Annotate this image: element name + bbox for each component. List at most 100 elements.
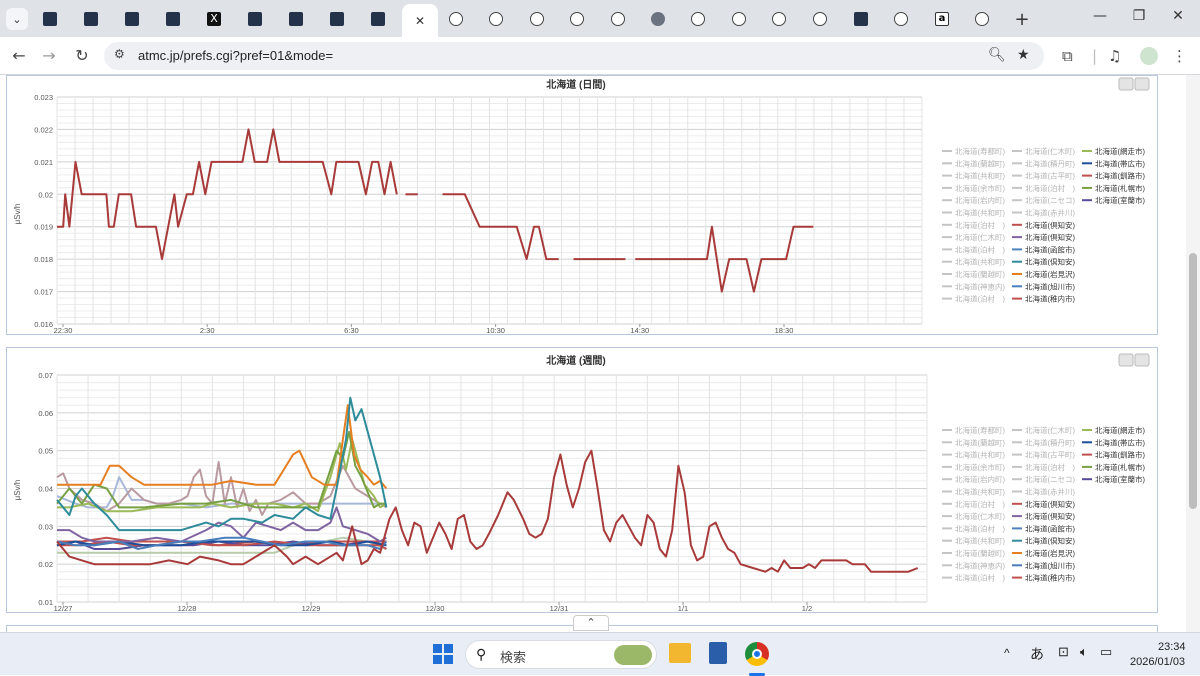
legend-item[interactable]: 北海道(余市町) bbox=[955, 183, 1005, 193]
legend-item[interactable]: 北海道(稚内市) bbox=[1025, 573, 1075, 583]
legend-item[interactable]: 北海道(共和町) bbox=[955, 450, 1005, 460]
bookmark-star-icon[interactable]: ★ bbox=[1017, 47, 1030, 63]
legend-item[interactable]: 北海道(古平町) bbox=[1025, 171, 1075, 181]
avatar[interactable] bbox=[1140, 47, 1158, 65]
legend-item[interactable]: 北海道(函館市) bbox=[1025, 244, 1075, 254]
chevron-up-icon[interactable]: ^ bbox=[1004, 646, 1010, 660]
legend-item[interactable]: 北海道(泊村 ) bbox=[1025, 183, 1075, 193]
legend-item[interactable]: 北海道(旭川市) bbox=[1025, 560, 1075, 570]
browser-tab[interactable] bbox=[640, 6, 676, 32]
ime-mode-indicator[interactable]: あ bbox=[1030, 644, 1044, 664]
scroll-up-button[interactable]: ⌃ bbox=[573, 615, 609, 631]
legend-item[interactable]: 北海道(網走市) bbox=[1095, 425, 1145, 435]
taskbar-search-box[interactable]: ⚲ 検索 bbox=[465, 640, 657, 669]
legend-item[interactable]: 北海道(蘭越町) bbox=[955, 269, 1005, 279]
legend-item[interactable]: 北海道(倶知安) bbox=[1025, 220, 1075, 230]
legend-item[interactable]: 北海道(蘭越町) bbox=[955, 437, 1005, 447]
download-button[interactable] bbox=[1134, 77, 1150, 91]
legend-item[interactable]: 北海道(古平町) bbox=[1025, 450, 1075, 460]
network-icon[interactable]: ⊡ bbox=[1058, 644, 1069, 660]
close-window-button[interactable]: ✕ bbox=[1163, 8, 1193, 24]
legend-item[interactable]: 北海道(仁木町) bbox=[1025, 146, 1075, 156]
legend-item[interactable]: 北海道(函館市) bbox=[1025, 523, 1075, 533]
notepad-icon[interactable] bbox=[709, 642, 727, 664]
legend-item[interactable]: 北海道(旭川市) bbox=[1025, 281, 1075, 291]
legend-item[interactable]: 北海道(釧路市) bbox=[1095, 450, 1145, 460]
legend-item[interactable]: 北海道(共和町) bbox=[955, 536, 1005, 546]
legend-item[interactable]: 北海道(蘭越町) bbox=[955, 158, 1005, 168]
browser-tab[interactable] bbox=[237, 6, 273, 32]
browser-tab[interactable] bbox=[278, 6, 314, 32]
legend-item[interactable]: 北海道(釧路市) bbox=[1095, 171, 1145, 181]
legend-item[interactable]: 北海道(神恵内) bbox=[955, 281, 1005, 291]
legend-item[interactable]: 北海道(泊村 ) bbox=[955, 499, 1005, 509]
page-scrollbar[interactable] bbox=[1186, 75, 1200, 632]
browser-tab[interactable] bbox=[721, 6, 757, 32]
legend-item[interactable]: 北海道(倶知安) bbox=[1025, 257, 1075, 267]
legend-item[interactable]: 北海道(岩見沢) bbox=[1025, 269, 1075, 279]
zoom-icon[interactable]: 🔍︎ bbox=[988, 47, 1006, 63]
browser-tab[interactable]: a bbox=[924, 6, 960, 32]
legend-item[interactable]: 北海道(仁木町) bbox=[955, 511, 1005, 521]
forward-button[interactable]: → bbox=[38, 46, 60, 65]
browser-tab[interactable] bbox=[32, 6, 68, 32]
browser-tab[interactable]: X bbox=[196, 6, 232, 32]
close-tab-icon[interactable]: ✕ bbox=[415, 14, 425, 28]
legend-item[interactable]: 北海道(神恵内) bbox=[955, 560, 1005, 570]
legend-item[interactable]: 北海道(積丹町) bbox=[1025, 158, 1075, 168]
legend-item[interactable]: 北海道(ニセコ) bbox=[1025, 195, 1075, 205]
legend-item[interactable]: 北海道(倶知安) bbox=[1025, 511, 1075, 521]
scrollbar-thumb[interactable] bbox=[1189, 253, 1197, 509]
browser-tab[interactable] bbox=[559, 6, 595, 32]
legend-item[interactable]: 北海道(仁木町) bbox=[1025, 425, 1075, 435]
legend-item[interactable]: 北海道(共和町) bbox=[955, 208, 1005, 218]
new-tab-button[interactable]: + bbox=[1004, 6, 1040, 32]
legend-item[interactable]: 北海道(岩内町) bbox=[955, 474, 1005, 484]
legend-item[interactable]: 北海道(積丹町) bbox=[1025, 437, 1075, 447]
legend-item[interactable]: 北海道(泊村 ) bbox=[1025, 462, 1075, 472]
legend-item[interactable]: 北海道(泊村 ) bbox=[955, 573, 1005, 583]
browser-tab[interactable] bbox=[319, 6, 355, 32]
legend-item[interactable]: 北海道(共和町) bbox=[955, 487, 1005, 497]
legend-item[interactable]: 北海道(寿都町) bbox=[955, 146, 1005, 156]
print-button[interactable] bbox=[1118, 77, 1134, 91]
browser-tab[interactable] bbox=[964, 6, 1000, 32]
legend-item[interactable]: 北海道(泊村 ) bbox=[955, 294, 1005, 304]
legend-item[interactable]: 北海道(寿都町) bbox=[955, 425, 1005, 435]
legend-item[interactable]: 北海道(帯広市) bbox=[1095, 158, 1145, 168]
tab-search-button[interactable]: ⌄ bbox=[6, 8, 28, 30]
legend-item[interactable]: 北海道(稚内市) bbox=[1025, 294, 1075, 304]
file-explorer-icon[interactable] bbox=[669, 643, 691, 663]
legend-item[interactable]: 北海道(札幌市) bbox=[1095, 462, 1145, 472]
legend-item[interactable]: 北海道(共和町) bbox=[955, 171, 1005, 181]
site-info-icon[interactable]: ⚙ bbox=[114, 47, 125, 61]
legend-item[interactable]: 北海道(倶知安) bbox=[1025, 536, 1075, 546]
extensions-icon[interactable]: ⧉ bbox=[1062, 47, 1073, 65]
legend-item[interactable]: 北海道(赤井川) bbox=[1025, 487, 1075, 497]
maximize-button[interactable]: ❐ bbox=[1124, 8, 1154, 24]
legend-item[interactable]: 北海道(泊村 ) bbox=[955, 220, 1005, 230]
chrome-icon[interactable] bbox=[745, 642, 769, 666]
browser-tab[interactable] bbox=[600, 6, 636, 32]
browser-tab[interactable] bbox=[438, 6, 474, 32]
legend-item[interactable]: 北海道(蘭越町) bbox=[955, 548, 1005, 558]
reload-button[interactable]: ↻ bbox=[71, 46, 93, 65]
media-control-icon[interactable]: ♫ bbox=[1108, 47, 1121, 65]
legend-item[interactable]: 北海道(共和町) bbox=[955, 257, 1005, 267]
start-button[interactable] bbox=[433, 644, 453, 664]
browser-tab[interactable] bbox=[519, 6, 555, 32]
legend-item[interactable]: 北海道(岩見沢) bbox=[1025, 548, 1075, 558]
download-button[interactable] bbox=[1134, 353, 1150, 367]
clock-date[interactable]: 2026/01/03 bbox=[1130, 656, 1185, 668]
browser-tab[interactable] bbox=[155, 6, 191, 32]
browser-tab[interactable] bbox=[843, 6, 879, 32]
legend-item[interactable]: 北海道(泊村 ) bbox=[955, 244, 1005, 254]
legend-item[interactable]: 北海道(岩内町) bbox=[955, 195, 1005, 205]
browser-tab[interactable] bbox=[478, 6, 514, 32]
url-text[interactable]: atmc.jp/prefs.cgi?pref=01&mode= bbox=[138, 48, 333, 63]
browser-tab[interactable] bbox=[883, 6, 919, 32]
legend-item[interactable]: 北海道(ニセコ) bbox=[1025, 474, 1075, 484]
browser-tab[interactable] bbox=[802, 6, 838, 32]
legend-item[interactable]: 北海道(室蘭市) bbox=[1095, 474, 1145, 484]
browser-tab[interactable] bbox=[114, 6, 150, 32]
